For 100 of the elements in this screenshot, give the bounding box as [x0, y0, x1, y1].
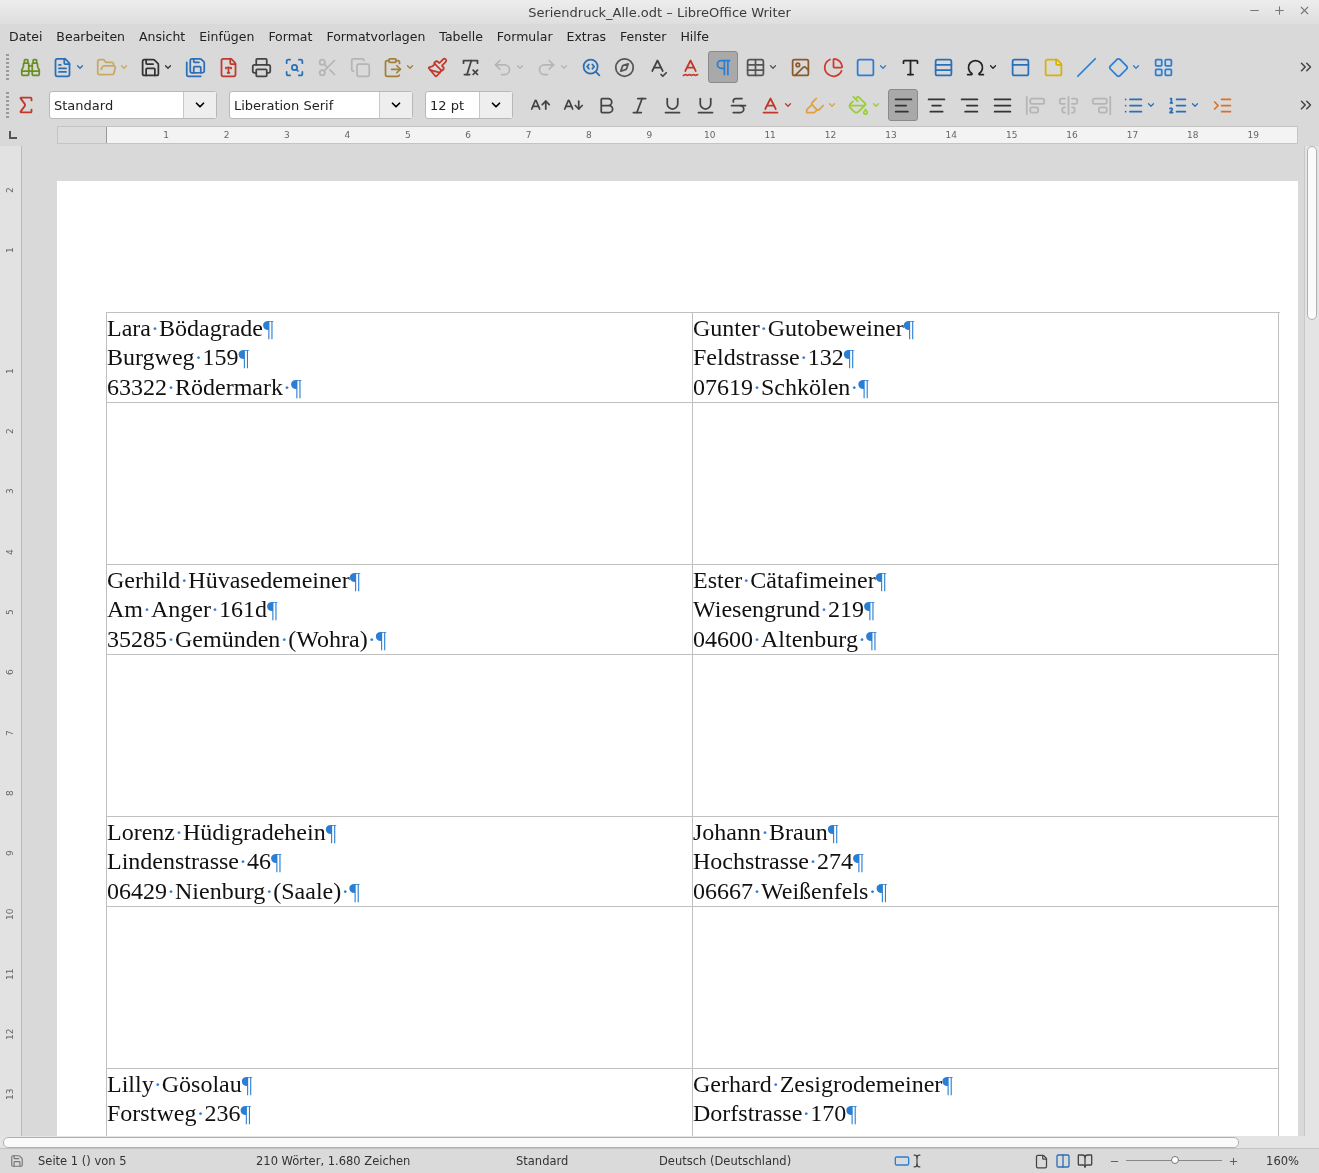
menu-item[interactable]: Formular	[489, 28, 560, 44]
address-line: 07619·Schkölen·¶	[693, 372, 870, 402]
address-line: 06429·Nienburg·(Saale)·¶	[107, 876, 361, 906]
multi-page-icon[interactable]	[1055, 1153, 1071, 1169]
scissors-icon	[316, 56, 338, 78]
book-view-icon[interactable]	[1077, 1153, 1093, 1169]
menu-item[interactable]: Ansicht	[132, 28, 193, 44]
ruler-number: 18	[1186, 129, 1200, 142]
maximize-icon[interactable]	[1273, 4, 1286, 17]
align-middle-icon	[1057, 94, 1079, 116]
rows-icon	[932, 56, 954, 78]
ruler-margin	[58, 127, 107, 143]
menu-item[interactable]: Tabelle	[432, 28, 490, 44]
caret-icon	[783, 100, 793, 110]
header-icon	[1009, 56, 1031, 78]
ruler-number: 6	[4, 668, 17, 678]
address-line: 06667·Weißenfels·¶	[693, 876, 888, 906]
ruler-number: 4	[343, 129, 352, 142]
slider-thumb[interactable]	[1170, 1156, 1179, 1164]
ruler-number: 13	[4, 1087, 17, 1103]
address-line: Johann·Braun¶	[693, 818, 839, 847]
paint-bucket-icon	[848, 94, 869, 116]
caret-icon	[878, 62, 888, 72]
address-line: Lilly·Gösolau¶	[107, 1070, 253, 1099]
folder-icon	[96, 56, 117, 78]
ruler-number: 4	[4, 548, 17, 557]
ruler-number: 14	[944, 129, 958, 142]
page-number: Seite 1 () von 5	[38, 1154, 128, 1168]
address-line: Am·Anger·161d¶	[107, 595, 278, 625]
caret-icon	[405, 62, 415, 72]
ruler-number: 3	[283, 129, 291, 142]
font-size-field[interactable]: 12 pt	[425, 91, 513, 119]
ruler-number: 5	[403, 129, 412, 142]
ruler-number: 13	[884, 129, 898, 142]
ruler-number: 16	[1065, 129, 1079, 142]
toolbar-button[interactable]	[888, 89, 918, 121]
zoom-in-icon[interactable]	[1228, 1155, 1239, 1167]
tab-stop-icon[interactable]	[8, 130, 18, 140]
caret-icon	[1146, 100, 1156, 110]
menu-item[interactable]: Format	[261, 28, 320, 44]
table-icon	[745, 56, 766, 78]
menu-item[interactable]: Datei	[2, 28, 50, 44]
menu-item[interactable]: Einfügen	[192, 28, 262, 44]
ruler-number: 8	[4, 789, 17, 798]
ruler-number: 7	[524, 129, 533, 142]
address-line: Gerhild·Hüvasedemeiner¶	[107, 566, 361, 595]
address-line: Dorfstrasse·170¶	[693, 1099, 858, 1129]
page-style: Standard	[516, 1154, 570, 1168]
vertical-scrollbar[interactable]	[1304, 146, 1319, 1136]
menu-item[interactable]: Formatvorlagen	[319, 28, 433, 44]
word-count: 210 Wörter, 1.680 Zeichen	[256, 1154, 412, 1168]
ruler-number: 1	[162, 129, 171, 142]
find-icon	[19, 56, 41, 78]
address-line: Lindenstrasse·46¶	[107, 847, 282, 877]
font-name-field[interactable]: Liberation Serif	[229, 91, 413, 119]
ruler-number: 5	[4, 608, 17, 618]
paragraph-style-field[interactable]: Standard	[49, 91, 217, 119]
paintbrush-icon	[426, 56, 448, 78]
ruler-number: 9	[4, 849, 17, 859]
menu-item[interactable]: Hilfe	[673, 28, 716, 44]
align-top-icon	[1024, 94, 1046, 116]
ruler-number: 2	[222, 129, 231, 142]
ruler-number: 15	[1004, 129, 1019, 142]
save-copy-icon	[184, 56, 206, 78]
ruler-number: 12	[4, 1027, 17, 1043]
printer-icon	[250, 56, 272, 78]
menu-item[interactable]: Bearbeiten	[49, 28, 133, 44]
caret-icon	[827, 100, 837, 110]
ruler-number: 7	[4, 728, 17, 738]
ruler-number: 1	[4, 367, 17, 376]
address-line: 35285·Gemünden·(Wohra)·¶	[107, 624, 387, 654]
sticky-note-icon	[1042, 56, 1064, 78]
menu-item[interactable]: Extras	[559, 28, 614, 44]
address-line: 63322·Rödermark·¶	[107, 372, 302, 402]
caret-icon	[559, 62, 569, 72]
address-line: Gunter·Gutobeweiner¶	[693, 314, 915, 343]
single-page-icon[interactable]	[1034, 1153, 1049, 1169]
ruler-number: 11	[763, 129, 777, 142]
ruler-number: 3	[4, 487, 17, 497]
menu-item[interactable]: Fenster	[613, 28, 674, 44]
caret-icon	[768, 62, 778, 72]
caret-icon	[1131, 62, 1141, 72]
frame-icon	[855, 56, 876, 78]
caret-icon	[988, 62, 998, 72]
caret-icon	[1190, 100, 1200, 110]
caret-icon	[75, 62, 85, 72]
address-line: 04600·Altenburg·¶	[693, 624, 877, 654]
ruler-number: 12	[823, 129, 838, 142]
caret-icon	[119, 62, 129, 72]
line-icon	[1075, 56, 1097, 78]
address-line: Forstweg·236¶	[107, 1099, 252, 1129]
save-icon	[140, 56, 161, 78]
language: Deutsch (Deutschland)	[659, 1154, 793, 1168]
copy-icon	[349, 56, 371, 78]
ruler-number: 19	[1246, 129, 1260, 142]
ruler-number: 10	[703, 129, 717, 142]
selection-mode-icon[interactable]	[894, 1153, 910, 1169]
scrollbar-thumb[interactable]	[1307, 146, 1317, 320]
close-icon[interactable]	[1298, 4, 1311, 17]
address-line: Gerhard·Zesigrodemeiner¶	[693, 1070, 954, 1099]
